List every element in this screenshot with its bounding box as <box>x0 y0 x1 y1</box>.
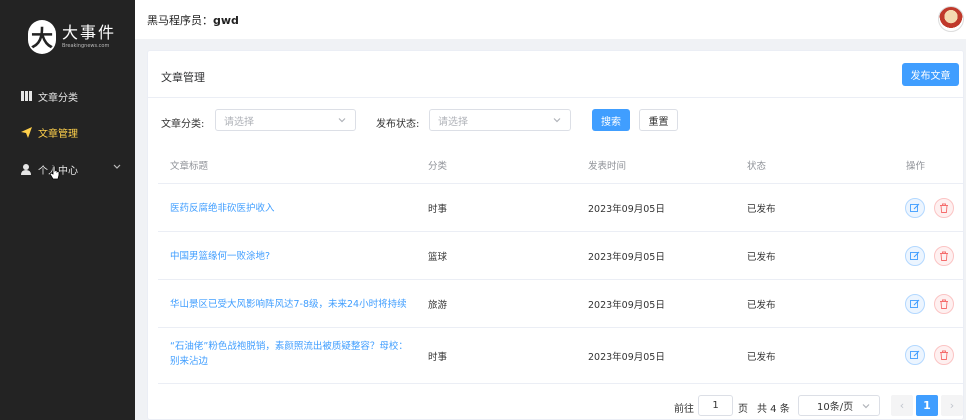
article-title-link[interactable]: 医药反腐绝非砍医护收入 <box>170 201 410 216</box>
sidebar: 大 大事件 Breakingnews.com 文章分类 文章管理 个人中心 <box>0 0 135 420</box>
article-title-link[interactable]: 中国男篮缘何一败涂地? <box>170 249 410 264</box>
sidebar-item-label: 文章分类 <box>38 92 78 104</box>
article-state: 已发布 <box>747 252 776 263</box>
article-category: 时事 <box>428 352 448 363</box>
article-category: 篮球 <box>428 252 448 263</box>
search-button[interactable]: 搜索 <box>592 109 630 131</box>
category-filter-label: 文章分类: <box>161 119 205 130</box>
send-icon <box>20 126 32 138</box>
mouse-cursor-icon <box>50 166 60 180</box>
delete-button[interactable] <box>934 198 954 218</box>
chevron-down-icon <box>113 163 121 173</box>
edit-button[interactable] <box>905 345 925 365</box>
page-number-button[interactable]: 1 <box>916 395 938 416</box>
sidebar-item-article-manage[interactable]: 文章管理 <box>0 114 135 150</box>
trash-icon <box>940 350 948 360</box>
logo: 大 大事件 Breakingnews.com <box>28 20 116 54</box>
category-select-placeholder: 请选择 <box>224 116 254 128</box>
article-date: 2023年09月05日 <box>588 300 665 311</box>
state-filter-label: 发布状态: <box>376 119 420 130</box>
column-header-state: 状态 <box>747 161 767 172</box>
article-date: 2023年09月05日 <box>588 252 665 263</box>
pagination-page-suffix: 页 <box>738 404 748 415</box>
logo-title: 大事件 <box>62 23 117 42</box>
user-name: gwd <box>213 14 239 27</box>
edit-icon <box>910 251 920 260</box>
user-label: 黑马程序员：gwd <box>147 12 239 28</box>
column-header-title: 文章标题 <box>170 161 209 172</box>
chevron-down-icon <box>553 118 561 123</box>
trash-icon <box>940 251 948 261</box>
page-title: 文章管理 <box>161 71 205 84</box>
edit-button[interactable] <box>905 294 925 314</box>
article-state: 已发布 <box>747 352 776 363</box>
delete-button[interactable] <box>934 294 954 314</box>
edit-icon <box>910 203 920 212</box>
state-select-placeholder: 请选择 <box>438 116 468 128</box>
divider <box>158 383 963 384</box>
pagination-goto-label: 前往 <box>674 404 694 415</box>
user-prefix: 黑马程序员： <box>147 14 213 27</box>
trash-icon <box>940 299 948 309</box>
table-row: 华山景区已受大风影响阵风达7-8级，未来24小时将持续 旅游 2023年09月0… <box>158 280 963 327</box>
table-row: 医药反腐绝非砍医护收入 时事 2023年09月05日 已发布 <box>158 184 963 231</box>
delete-button[interactable] <box>934 345 954 365</box>
avatar[interactable] <box>938 6 964 32</box>
category-select[interactable]: 请选择 <box>215 109 356 131</box>
next-page-button[interactable]: › <box>941 395 963 416</box>
article-category: 旅游 <box>428 300 448 311</box>
page-size-select[interactable]: 10条/页 <box>798 395 880 416</box>
article-state: 已发布 <box>747 204 776 215</box>
grid-icon <box>20 90 32 102</box>
edit-icon <box>910 299 920 308</box>
article-date: 2023年09月05日 <box>588 352 665 363</box>
article-date: 2023年09月05日 <box>588 204 665 215</box>
logo-text: 大事件 Breakingnews.com <box>62 24 116 50</box>
state-select[interactable]: 请选择 <box>429 109 571 131</box>
article-manage-card: 文章管理 发布文章 文章分类: 请选择 发布状态: 请选择 搜索 重置 文章标题… <box>147 50 964 420</box>
publish-article-button[interactable]: 发布文章 <box>902 63 959 86</box>
article-state: 已发布 <box>747 300 776 311</box>
table-row: “石油佬”粉色战袍脱销，素颜照流出被质疑整容？母校：别来沾边 时事 2023年0… <box>158 328 963 383</box>
page-size-value: 10条/页 <box>817 402 854 413</box>
article-title-link[interactable]: “石油佬”粉色战袍脱销，素颜照流出被质疑整容？母校：别来沾边 <box>170 339 415 369</box>
delete-button[interactable] <box>934 246 954 266</box>
column-header-category: 分类 <box>428 161 448 172</box>
trash-icon <box>940 203 948 213</box>
table-row: 中国男篮缘何一败涂地? 篮球 2023年09月05日 已发布 <box>158 232 963 279</box>
card-header: 文章管理 发布文章 <box>148 51 963 98</box>
sidebar-item-article-category[interactable]: 文章分类 <box>0 78 135 114</box>
column-header-date: 发表时间 <box>588 161 627 172</box>
pagination-total: 共 4 条 <box>757 404 790 415</box>
sidebar-item-label: 文章管理 <box>38 128 78 140</box>
logo-subtitle: Breakingnews.com <box>62 43 110 49</box>
logo-mark: 大 <box>28 20 56 54</box>
edit-icon <box>910 350 920 359</box>
chevron-down-icon <box>862 404 870 409</box>
article-category: 时事 <box>428 204 448 215</box>
user-icon <box>20 163 32 175</box>
sidebar-item-user-center[interactable]: 个人中心 <box>0 151 135 187</box>
edit-button[interactable] <box>905 198 925 218</box>
prev-page-button[interactable]: ‹ <box>891 395 913 416</box>
pagination-goto-input[interactable]: 1 <box>698 395 733 416</box>
column-header-actions: 操作 <box>906 161 926 172</box>
edit-button[interactable] <box>905 246 925 266</box>
article-title-link[interactable]: 华山景区已受大风影响阵风达7-8级，未来24小时将持续 <box>170 297 420 312</box>
top-header: 黑马程序员：gwd <box>135 0 966 39</box>
chevron-down-icon <box>338 118 346 123</box>
reset-button[interactable]: 重置 <box>639 109 678 131</box>
